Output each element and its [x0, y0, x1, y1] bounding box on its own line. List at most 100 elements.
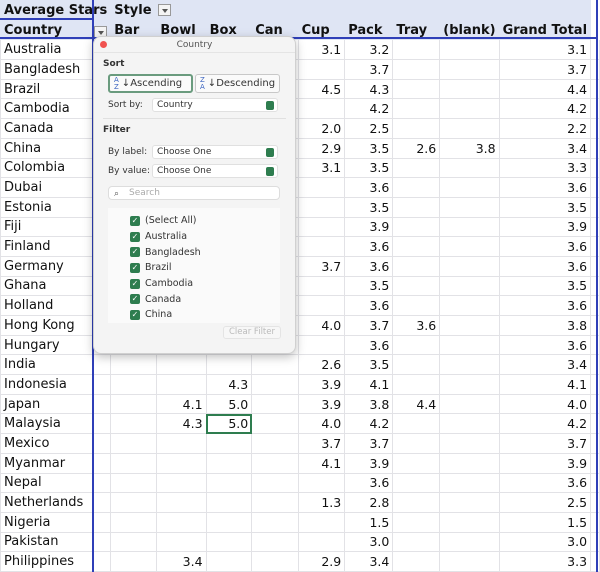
- cell[interactable]: 4.4: [392, 393, 441, 415]
- filter-item[interactable]: ✓ Canada: [130, 291, 280, 307]
- row-label[interactable]: Pakistan: [0, 531, 112, 553]
- cell[interactable]: 4.2: [498, 413, 592, 435]
- cell[interactable]: [392, 433, 441, 454]
- cell[interactable]: 3.6: [344, 472, 394, 494]
- cell[interactable]: 3.9: [297, 374, 346, 395]
- checkbox-checked-icon[interactable]: ✓: [130, 215, 140, 226]
- by-value-select[interactable]: Choose One: [152, 164, 278, 178]
- cell[interactable]: 3.6: [498, 334, 592, 356]
- checkbox-checked-icon[interactable]: ✓: [130, 294, 140, 305]
- cell[interactable]: [251, 433, 299, 454]
- cell[interactable]: [439, 413, 500, 435]
- cell[interactable]: [439, 78, 500, 100]
- cell[interactable]: 3.6: [344, 295, 394, 316]
- cell[interactable]: [439, 255, 500, 277]
- cell[interactable]: [251, 551, 299, 572]
- cell[interactable]: 3.5: [344, 275, 394, 297]
- cell[interactable]: 2.6: [297, 354, 346, 376]
- cell[interactable]: 4.3: [205, 374, 253, 395]
- filter-item[interactable]: ✓ (Select All): [130, 213, 280, 229]
- cell[interactable]: [205, 472, 253, 494]
- filter-item[interactable]: ✓ Bangladesh: [130, 244, 280, 260]
- cell[interactable]: [392, 531, 441, 553]
- cell[interactable]: [439, 236, 500, 257]
- cell[interactable]: [297, 472, 346, 494]
- row-label[interactable]: India: [0, 354, 112, 376]
- cell[interactable]: [205, 354, 253, 376]
- cell[interactable]: [392, 295, 441, 316]
- row-label[interactable]: Mexico: [0, 433, 112, 454]
- cell[interactable]: 3.8: [498, 315, 592, 336]
- cell[interactable]: [392, 98, 441, 120]
- cell[interactable]: [110, 354, 158, 376]
- cell[interactable]: [439, 334, 500, 356]
- cell[interactable]: 3.8: [344, 393, 394, 415]
- cell[interactable]: [297, 531, 346, 553]
- cell[interactable]: 3.2: [344, 39, 394, 61]
- cell[interactable]: [439, 472, 500, 494]
- filter-item[interactable]: ✓ China: [130, 307, 280, 323]
- cell[interactable]: [439, 196, 500, 218]
- cell[interactable]: [392, 374, 441, 395]
- cell[interactable]: [392, 39, 441, 61]
- cell[interactable]: [205, 551, 253, 572]
- cell[interactable]: [205, 492, 253, 513]
- cell[interactable]: [439, 98, 500, 120]
- cell[interactable]: 4.1: [344, 374, 394, 395]
- cell[interactable]: 1.5: [344, 511, 394, 533]
- cell[interactable]: [392, 255, 441, 277]
- cell[interactable]: [439, 157, 500, 179]
- cell[interactable]: 3.9: [344, 452, 394, 474]
- filter-item-list[interactable]: ✓ (Select All) ✓ Australia ✓ Bangladesh ✓ Brazi…: [108, 208, 280, 323]
- cell[interactable]: 5.0: [205, 393, 253, 415]
- cell[interactable]: 4.5: [297, 78, 346, 100]
- cell[interactable]: [251, 374, 299, 395]
- cell[interactable]: [392, 157, 441, 179]
- cell[interactable]: 2.6: [392, 137, 441, 159]
- cell[interactable]: [156, 374, 207, 395]
- clear-filter-button[interactable]: Clear Filter: [223, 326, 281, 339]
- row-label[interactable]: Nigeria: [0, 511, 112, 533]
- cell[interactable]: 1.5: [498, 511, 592, 533]
- cell[interactable]: [110, 413, 158, 435]
- cell[interactable]: 3.7: [498, 59, 592, 80]
- cell[interactable]: 4.4: [498, 78, 592, 100]
- cell[interactable]: 4.1: [297, 452, 346, 474]
- cell[interactable]: [297, 511, 346, 533]
- cell[interactable]: [251, 511, 299, 533]
- row-label[interactable]: Japan: [0, 393, 112, 415]
- cell[interactable]: 3.5: [498, 275, 592, 297]
- cell[interactable]: [205, 511, 253, 533]
- search-input[interactable]: ⌕ Search: [108, 186, 280, 200]
- by-label-select[interactable]: Choose One: [152, 145, 278, 159]
- cell[interactable]: 1.3: [297, 492, 346, 513]
- cell[interactable]: [392, 236, 441, 257]
- cell[interactable]: [110, 433, 158, 454]
- cell[interactable]: [392, 413, 441, 435]
- cell[interactable]: 3.6: [392, 315, 441, 336]
- cell[interactable]: [297, 295, 346, 316]
- cell[interactable]: [297, 177, 346, 198]
- cell[interactable]: 3.7: [297, 255, 346, 277]
- cell[interactable]: 3.6: [498, 295, 592, 316]
- cell[interactable]: 2.9: [297, 137, 346, 159]
- cell[interactable]: 4.0: [297, 413, 346, 435]
- cell[interactable]: [392, 177, 441, 198]
- cell[interactable]: 2.8: [344, 492, 394, 513]
- cell[interactable]: 3.0: [344, 531, 394, 553]
- cell[interactable]: [439, 315, 500, 336]
- cell[interactable]: [205, 433, 253, 454]
- cell[interactable]: [392, 551, 441, 572]
- cell[interactable]: [297, 334, 346, 356]
- cell[interactable]: 3.5: [498, 196, 592, 218]
- cell[interactable]: 3.5: [344, 196, 394, 218]
- cell[interactable]: 3.6: [498, 177, 592, 198]
- cell[interactable]: [110, 452, 158, 474]
- cell[interactable]: [439, 118, 500, 139]
- cell[interactable]: 2.2: [498, 118, 592, 139]
- cell[interactable]: [156, 433, 207, 454]
- cell[interactable]: [251, 492, 299, 513]
- cell[interactable]: 3.4: [498, 137, 592, 159]
- cell[interactable]: [439, 374, 500, 395]
- cell[interactable]: 3.5: [344, 137, 394, 159]
